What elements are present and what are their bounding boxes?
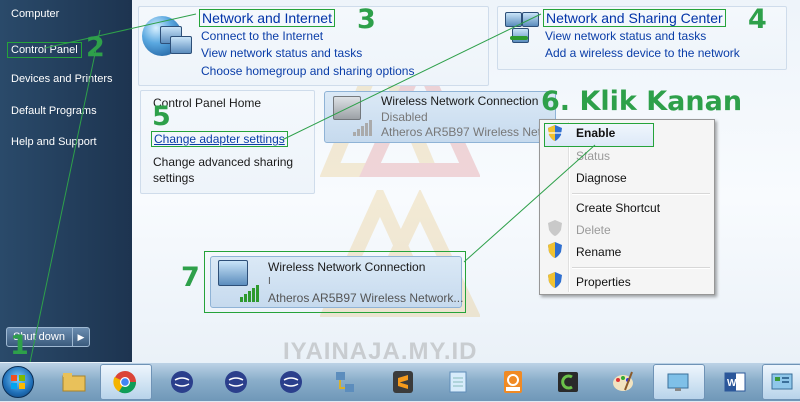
annotation-step-3: 3: [357, 4, 376, 35]
svg-text:W: W: [727, 378, 737, 389]
annotation-step-2: 2: [86, 32, 105, 63]
control-panel-icon: [771, 373, 793, 390]
word-icon: W: [724, 372, 746, 392]
eclipse-icon: [280, 371, 302, 393]
eclipse-icon: [225, 371, 247, 393]
sublime-text-icon: [393, 371, 413, 393]
notepad-icon: [449, 371, 467, 393]
camtasia-icon: [558, 372, 578, 392]
file-explorer-icon: [62, 373, 86, 392]
annotation-step-6: 6. Klik Kanan: [541, 86, 743, 117]
pdf-icon: [504, 371, 522, 393]
eclipse-icon: [171, 371, 193, 393]
chrome-icon: [113, 371, 137, 394]
paint-icon: [613, 371, 633, 391]
annotation-step-4: 4: [748, 4, 767, 35]
start-orb-icon[interactable]: [2, 366, 34, 398]
desktop-icon: [667, 373, 689, 391]
annotation-step-1: 1: [10, 330, 29, 361]
network-tool-icon: [336, 372, 354, 392]
annotation-step-5: 5: [152, 101, 171, 132]
annotation-step-7: 7: [181, 262, 200, 293]
